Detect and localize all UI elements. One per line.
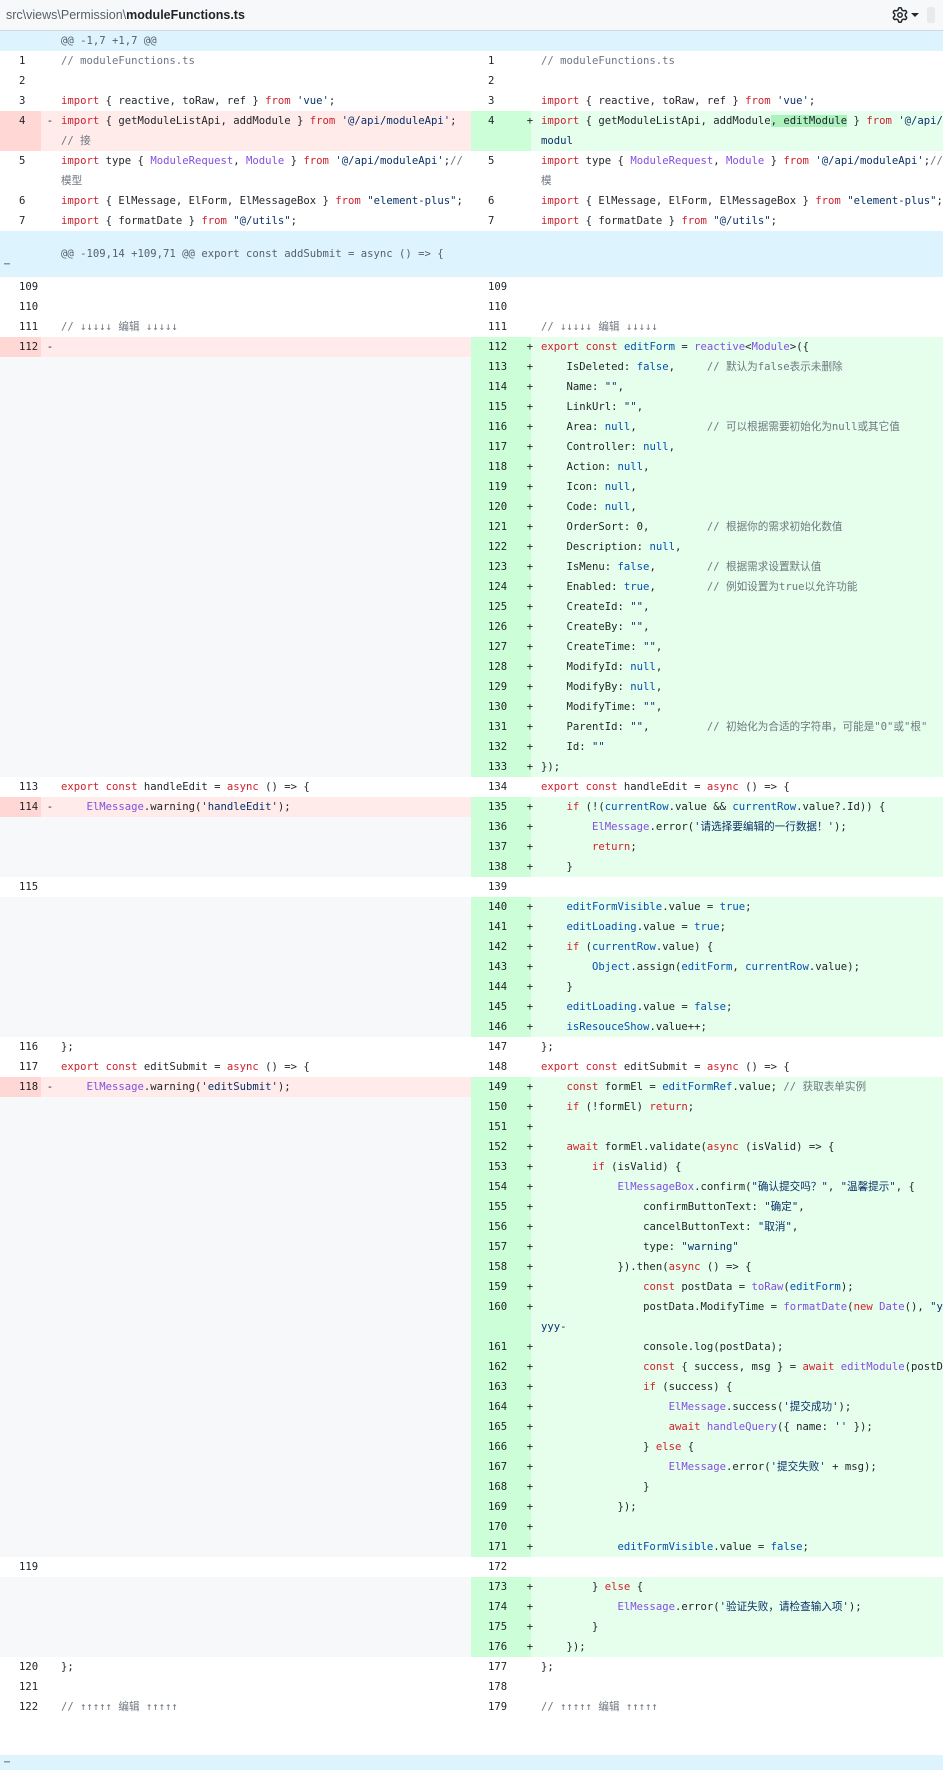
diff-row: 3 import { reactive, toRaw, ref } from 'v… [19,95,816,107]
diff-row-added: 137 + return; [0,837,943,857]
diff-row: 1// moduleFunctions.ts 1// moduleFunctio… [19,55,675,67]
diff-row-added: 166 + } else { [0,1437,943,1457]
diff-row-added: 125 + CreateId: "", [0,597,943,617]
hunk-header-text: @@ -109,14 +109,71 @@ export const addSu… [61,248,444,260]
diff-row-added: 162 + const { success, msg } = await edit… [0,1357,943,1377]
diff-row-added: 140 + editFormVisible.value = true; [0,897,943,917]
diff-row-added: 173 + } else { [0,1577,943,1597]
diff-row-added: 141 + editLoading.value = true; [0,917,943,937]
diff-row-added: 176 + }); [0,1637,943,1657]
diff-row-added: 150 + if (!formEl) return; [0,1097,943,1117]
diff-row-added: 151 + [0,1117,943,1137]
diff-row: 120}; 177}; [19,1661,554,1673]
diff-row-added: 121 + OrderSort: 0, // 根据你的需求初始化数值 [0,517,943,537]
diff-row-added: 169 + }); [0,1497,943,1517]
diff-row-added: 155 + confirmButtonText: "确定", [0,1197,943,1217]
diff-row: 2 2 [19,75,495,87]
diff-row-added: 117 + Controller: null, [0,437,943,457]
diff-row-added: 119 + Icon: null, [0,477,943,497]
diff-row-added: 116 + Area: null, // 可以根据需要初始化为null或其它值 [0,417,943,437]
diff-row-added: 158 + }).then(async () => { [0,1257,943,1277]
diff-row-added: 152 + await formEl.validate(async (isVali… [0,1137,943,1157]
diff-row-changed: 4- import { getModuleListApi, addModule }… [0,111,943,151]
diff-row-added: 124 + Enabled: true, // 例如设置为true以允许功能 [0,577,943,597]
diff-row-added: 163 + if (success) { [0,1377,943,1397]
diff-row-added: 171 + editFormVisible.value = false; [0,1537,943,1557]
diff-row-added: 122 + Description: null, [0,537,943,557]
diff-row-added: 170 + [0,1517,943,1537]
diff-row-added: 164 + ElMessage.success('提交成功'); [0,1397,943,1417]
hunk-header[interactable]: ⋯ ⇣ ⋯ ⇡ @@ -109,14 +109,71 @@ export con… [0,231,943,277]
diff-row: 6 import { ElMessage, ElForm, ElMessageBo… [19,195,943,207]
diff-row-added: 143 + Object.assign(editForm, currentRow.… [0,957,943,977]
hunk-header[interactable]: @@ -1,7 +1,7 @@ [0,31,943,51]
diff-row: 111// ↓↓↓↓↓ 编辑 ↓↓↓↓↓ 111// ↓↓↓↓↓ 编辑 ↓↓↓↓… [19,321,658,333]
diff-row-added: 130 + ModifyTime: "", [0,697,943,717]
diff-row-added: 131 + ParentId: "", // 初始化为合适的字符串，可能是"0"或… [0,717,943,737]
diff-row-added: 153 + if (isValid) { [0,1157,943,1177]
expand-icons[interactable]: ⋯ [4,1757,24,1768]
diff-row-added: 146 + isResouceShow.value++; [0,1017,943,1037]
diff-row-added: 118 + Action: null, [0,457,943,477]
scroll-edge [927,7,935,23]
diff-row: 109 109 [19,281,508,293]
diff-row: 116}; 147}; [19,1041,554,1053]
file-header: src\views\Permission\ moduleFunctions.ts [0,0,943,31]
chevron-down-icon [911,13,919,17]
diff-row: 5 import type { ModuleRequest, Module } f… [19,155,943,187]
diff-row-added: 113 + IsDeleted: false, // 默认为false表示未删除 [0,357,943,377]
diff-row-added: 156 + cancelButtonText: "取消", [0,1217,943,1237]
diff-row-added: 132 + Id: "" [0,737,943,757]
expand-dots-icon: ⋯ [4,1757,11,1768]
diff-row-added: 138 + } [0,857,943,877]
diff-row-added: 157 + type: "warning" [0,1237,943,1257]
diff-row-added: 167 + ElMessage.error('提交失败' + msg); [0,1457,943,1477]
diff-row-added: 161 + console.log(postData); [0,1337,943,1357]
expand-bottom-bar[interactable]: ⋯ [0,1755,943,1770]
diff-row-added: 115 + LinkUrl: "", [0,397,943,417]
diff-row-added: 145 + editLoading.value = false; [0,997,943,1017]
diff-row-added: 133 +}); [0,757,943,777]
file-path-prefix[interactable]: src\views\Permission\ [6,8,126,22]
diff-row: 121 178 [19,1681,508,1693]
diff-row-added: 114 + Name: "", [0,377,943,397]
diff-row-added: 159 + const postData = toRaw(editForm); [0,1277,943,1297]
diff-row-added: 144 + } [0,977,943,997]
diff-row-added: 129 + ModifyBy: null, [0,677,943,697]
diff-row-changed: 114- ElMessage.warning('handleEdit'); 13… [0,797,943,817]
diff-row-added: 168 + } [0,1477,943,1497]
diff-row-added: 127 + CreateTime: "", [0,637,943,657]
diff-row-added: 120 + Code: null, [0,497,943,517]
diff-row: 7 import { formatDate } from "@/utils"; 7… [19,215,778,227]
diff-row-added: 136 + ElMessage.error('请选择要编辑的一行数据！'); [0,817,943,837]
diff-row-changed: 118- ElMessage.warning('editSubmit'); 14… [0,1077,943,1097]
diff-row-added: 142 + if (currentRow.value) { [0,937,943,957]
diff-row-added: 165 + await handleQuery({ name: '' }); [0,1417,943,1437]
diff-row-added: 126 + CreateBy: "", [0,617,943,637]
diff-row: 119 172 [19,1561,508,1573]
gear-icon [892,7,908,23]
diff-row: 122// ↑↑↑↑↑ 编辑 ↑↑↑↑↑ 179// ↑↑↑↑↑ 编辑 ↑↑↑↑… [19,1701,658,1713]
diff-row: 117 export const editSubmit = async () =>… [19,1061,790,1073]
diff-row-added: 175 + } [0,1617,943,1637]
diff-row-added: 128 + ModifyId: null, [0,657,943,677]
settings-button[interactable] [892,7,919,23]
diff-row: 113 export const handleEdit = async () =>… [19,781,790,793]
file-name[interactable]: moduleFunctions.ts [126,8,245,22]
diff-row-added: 123 + IsMenu: false, // 根据需求设置默认值 [0,557,943,577]
diff-row-changed: 112- 112 + export const editForm = reactiv… [0,337,943,357]
diff-row-added: 160 + postData.ModifyTime = formatDate(ne… [0,1297,943,1337]
split-diff: @@ -1,7 +1,7 @@ 1// moduleFunctions.ts 1… [0,31,943,1770]
diff-row-added: 154 + ElMessageBox.confirm("确认提交吗？", "温馨提… [0,1177,943,1197]
hunk-header-text: @@ -1,7 +1,7 @@ [61,35,157,47]
diff-row: 110 110 [19,301,508,313]
diff-row: 115 139 [19,881,508,893]
diff-row-added: 174 + ElMessage.error('验证失败，请检查输入项'); [0,1597,943,1617]
